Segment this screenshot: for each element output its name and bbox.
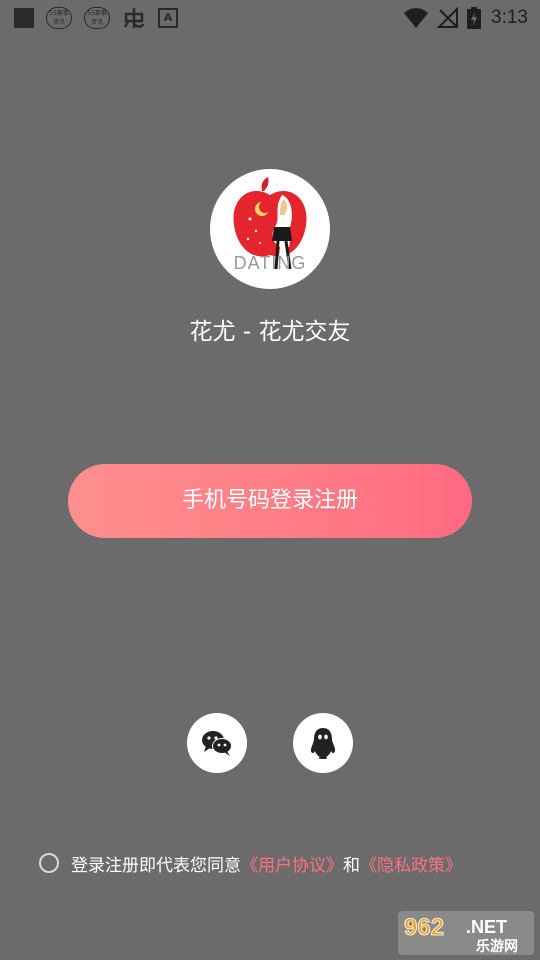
phone-login-button[interactable]: 手机号码登录注册 [68,464,472,538]
wifi-icon [404,8,429,28]
badge-top-text: 55赛事 [87,10,107,17]
app-square-icon [14,8,34,28]
no-signal-icon [437,7,459,28]
wechat-login-button[interactable] [187,713,247,773]
badge-bottom-text: 资讯 [52,19,65,26]
agreement-conjunction: 和 [343,855,360,876]
agreement-checkbox[interactable] [39,853,59,873]
clock: 3:13 [491,7,528,28]
font-app-icon: A [158,8,178,28]
qq-login-button[interactable] [293,713,353,773]
status-bar: 55赛事 资讯 55赛事 资讯 A 3:13 [0,0,540,36]
sports-news-icon: 55赛事 资讯 [46,7,72,29]
site-watermark: 962 .NET 乐游网 [398,911,534,955]
app-logo: DATING [210,169,330,289]
system-icons: 3:13 [403,6,528,30]
battery-charging-icon [467,7,482,29]
user-agreement-link[interactable]: 《用户协议》 [241,851,343,876]
wechat-icon [202,731,232,756]
badge-bottom-text: 资讯 [90,19,103,26]
bug-app-icon [123,8,145,28]
app-title: 花尤 - 花尤交友 [189,319,351,345]
qq-icon [310,728,336,759]
apple-girl-logo-icon: DATING [233,177,307,273]
watermark-suffix: .NET [466,917,507,937]
watermark-number: 962 [404,914,444,941]
logo-text: DATING [234,253,307,273]
sports-news-icon-2: 55赛事 资讯 [84,7,110,29]
agreement-row: 登录注册即代表您同意 《用户协议》 和 《隐私政策》 [39,851,462,876]
notification-icons: 55赛事 资讯 55赛事 资讯 A [14,6,178,30]
badge-top-text: 55赛事 [49,10,69,17]
agreement-prefix: 登录注册即代表您同意 [71,855,241,876]
watermark-subtitle: 乐游网 [476,938,518,955]
privacy-policy-link[interactable]: 《隐私政策》 [360,851,462,876]
